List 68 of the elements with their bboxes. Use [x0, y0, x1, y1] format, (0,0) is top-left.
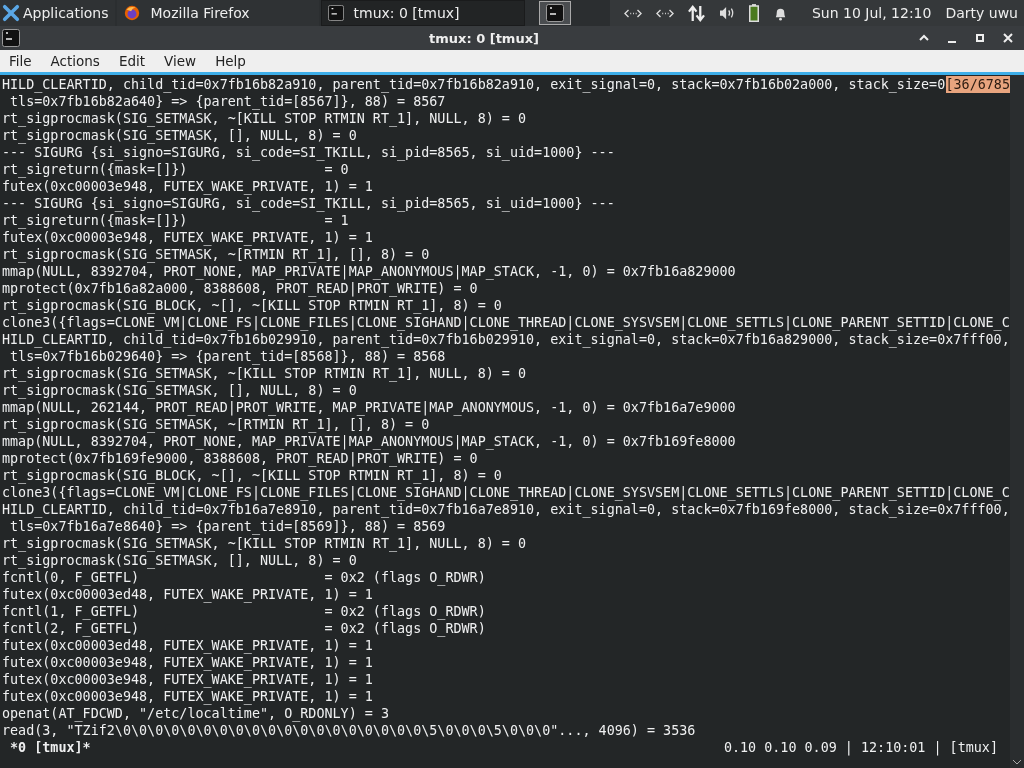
maximize-icon[interactable] — [974, 32, 986, 44]
scroll-position-indicator: [36/6785 — [945, 76, 1010, 93]
network-icon[interactable] — [623, 7, 642, 19]
terminal-line: rt_sigprocmask(SIG_SETMASK, [], NULL, 8) = 0 — [2, 382, 357, 399]
terminal-line: futex(0xc00003ed48, FUTEX_WAKE_PRIVATE, 1) = 1 — [2, 586, 373, 603]
network-icon[interactable] — [655, 7, 674, 19]
terminal-line: tls=0x7fb16b029640} => {parent_tid=[8568]}, 88) = 8568 — [9, 348, 446, 365]
terminal-line: fcntl(2, F_GETFL) = 0x2 (flags O_RDWR) — [2, 620, 486, 637]
terminal-line: fcntl(1, F_GETFL) = 0x2 (flags O_RDWR) — [2, 603, 486, 620]
terminal-line: HILD_CLEARTID, child_tid=0x7fb16a7e8910, parent_tid=0x7fb16a7e8910, exit_signal=0, stack=0x7fb169fe8000, stack_size=0x7fff00, — [2, 501, 1010, 518]
menu-item[interactable]: File — [0, 53, 42, 69]
terminal-line: rt_sigprocmask(SIG_SETMASK, ~[KILL STOP RTMIN RT_1], NULL, 8) = 0 — [2, 110, 527, 127]
battery-icon[interactable] — [748, 4, 759, 22]
terminal-line: fcntl(0, F_GETFL) = 0x2 (flags O_RDWR) — [2, 569, 486, 586]
terminal-line: rt_sigprocmask(SIG_SETMASK, [], NULL, 8) = 0 — [2, 552, 357, 569]
terminal-line: rt_sigprocmask(SIG_SETMASK, [], NULL, 8) = 0 — [2, 127, 357, 144]
terminal-line: rt_sigprocmask(SIG_SETMASK, ~[RTMIN RT_1], [], 8) = 0 — [2, 246, 430, 263]
terminal-line: read(3, "TZif2\0\0\0\0\0\0\0\0\0\0\0\0\0\0\0\0\0\0\0\5\0\0\0\5\0\0\0"..., 4096) = 3536 — [2, 722, 696, 739]
terminal-line: mmap(NULL, 8392704, PROT_NONE, MAP_PRIVATE|MAP_ANONYMOUS|MAP_STACK, -1, 0) = 0x7fb16a829000 — [2, 263, 736, 280]
terminal-line: rt_sigprocmask(SIG_SETMASK, ~[RTMIN RT_1], [], 8) = 0 — [2, 416, 430, 433]
terminal-line: futex(0xc00003e948, FUTEX_WAKE_PRIVATE, 1) = 1 — [2, 178, 373, 195]
terminal-line: --- SIGURG {si_signo=SIGURG, si_code=SI_TKILL, si_pid=8565, si_uid=1000} --- — [2, 195, 615, 212]
terminal-line: rt_sigreturn({mask=[]}) = 1 — [2, 212, 349, 229]
terminal-icon — [545, 4, 564, 22]
terminal-icon — [2, 29, 20, 47]
terminal-line: clone3({flags=CLONE_VM|CLONE_FS|CLONE_FILES|CLONE_SIGHAND|CLONE_THREAD|CLONE_SYSVSEM|CLONE_SETTLS|CLONE_PARENT_SETTID|CLONE_C — [2, 484, 1010, 501]
terminal-line: futex(0xc00003e948, FUTEX_WAKE_PRIVATE, 1) = 1 — [2, 671, 373, 688]
x-logo-icon — [2, 4, 20, 22]
clock[interactable]: Sun 10 Jul, 12:10 — [811, 5, 932, 21]
transfer-arrows-icon[interactable] — [687, 4, 705, 22]
menu-item[interactable]: View — [155, 53, 207, 69]
terminal-launcher-button[interactable] — [538, 1, 571, 25]
terminal-line: futex(0xc00003e948, FUTEX_WAKE_PRIVATE, 1) = 1 — [2, 688, 373, 705]
terminal-line: openat(AT_FDCWD, "/etc/localtime", O_RDONLY) = 3 — [2, 705, 389, 722]
browser-icon — [122, 4, 141, 22]
tmux-status-info: 0.10 0.10 0.09 | 12:10:01 | [tmux] — [723, 739, 999, 756]
terminal-line: rt_sigprocmask(SIG_BLOCK, ~[], ~[KILL STOP RTMIN RT_1], 8) = 0 — [2, 297, 502, 314]
applications-menu[interactable]: Applications — [0, 0, 115, 26]
volume-icon[interactable] — [718, 6, 735, 20]
terminal-line: mprotect(0x7fb16a82a000, 8388608, PROT_READ|PROT_WRITE) = 0 — [2, 280, 478, 297]
close-icon[interactable] — [1002, 32, 1014, 44]
taskbar-button[interactable]: Mozilla Firefox — [116, 0, 319, 26]
menu-item[interactable]: Edit — [109, 53, 156, 69]
terminal-line: rt_sigprocmask(SIG_SETMASK, ~[KILL STOP RTMIN RT_1], NULL, 8) = 0 — [2, 365, 527, 382]
window-title: tmux: 0 [tmux] — [428, 30, 540, 46]
taskbar-button[interactable]: tmux: 0 [tmux] — [320, 0, 525, 26]
terminal-line: futex(0xc00003ed48, FUTEX_WAKE_PRIVATE, 1) = 1 — [2, 637, 373, 654]
user-name[interactable]: Darty uwu — [945, 5, 1018, 21]
terminal-line: HILD_CLEARTID, child_tid=0x7fb16b82a910, parent_tid=0x7fb16b82a910, exit_signal=0, stack=0x7fb16b02a000, stack_size=0 — [2, 76, 946, 93]
terminal-line: --- SIGURG {si_signo=SIGURG, si_code=SI_TKILL, si_pid=8565, si_uid=1000} --- — [2, 144, 615, 161]
terminal-line: rt_sigprocmask(SIG_SETMASK, ~[KILL STOP RTMIN RT_1], NULL, 8) = 0 — [2, 535, 527, 552]
terminal-line: clone3({flags=CLONE_VM|CLONE_FS|CLONE_FILES|CLONE_SIGHAND|CLONE_THREAD|CLONE_SYSVSEM|CLONE_SETTLS|CLONE_PARENT_SETTID|CLONE_C — [2, 314, 1010, 331]
scrollbar[interactable] — [1010, 75, 1024, 768]
terminal-line: rt_sigprocmask(SIG_BLOCK, ~[], ~[KILL STOP RTMIN RT_1], 8) = 0 — [2, 467, 502, 484]
scroll-down-icon[interactable] — [1012, 759, 1022, 765]
terminal-line: futex(0xc00003e948, FUTEX_WAKE_PRIVATE, 1) = 1 — [2, 654, 373, 671]
tmux-window-status: *0 [tmux]* — [9, 739, 91, 756]
terminal-line: tls=0x7fb16a7e8640} => {parent_tid=[8569]}, 88) = 8569 — [9, 518, 446, 535]
terminal-line: futex(0xc00003e948, FUTEX_WAKE_PRIVATE, 1) = 1 — [2, 229, 373, 246]
menu-item[interactable]: Actions — [41, 53, 110, 69]
terminal-line: mmap(NULL, 262144, PROT_READ|PROT_WRITE, MAP_PRIVATE|MAP_ANONYMOUS, -1, 0) = 0x7fb16a7e9000 — [2, 399, 736, 416]
terminal-line: HILD_CLEARTID, child_tid=0x7fb16b029910, parent_tid=0x7fb16b029910, exit_signal=0, stack=0x7fb16a829000, stack_size=0x7fff00, — [2, 331, 1010, 348]
terminal-line: mmap(NULL, 8392704, PROT_NONE, MAP_PRIVATE|MAP_ANONYMOUS|MAP_STACK, -1, 0) = 0x7fb169fe8000 — [2, 433, 736, 450]
terminal-line: tls=0x7fb16b82a640} => {parent_tid=[8567]}, 88) = 8567 — [9, 93, 446, 110]
menu-item[interactable]: Help — [206, 53, 256, 69]
terminal-line: rt_sigreturn({mask=[]}) = 0 — [2, 161, 349, 178]
terminal-icon — [327, 5, 344, 21]
terminal-line: mprotect(0x7fb169fe9000, 8388608, PROT_READ|PROT_WRITE) = 0 — [2, 450, 478, 467]
